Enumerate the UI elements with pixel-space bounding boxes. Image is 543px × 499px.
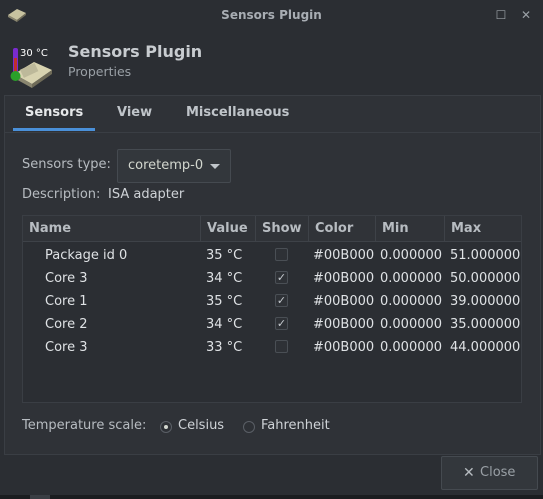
close-icon: ✕ [463, 465, 475, 481]
sensor-max[interactable]: 50.000000 [450, 267, 520, 290]
show-checkbox[interactable] [275, 340, 288, 353]
show-checkbox[interactable]: ✓ [275, 271, 288, 284]
table-row[interactable]: Core 2 34 °C ✓ #00B000 0.000000 35.00000… [23, 313, 521, 336]
close-button[interactable]: ✕ Close [441, 456, 538, 490]
description-value: ISA adapter [108, 187, 185, 202]
dialog-header: 30 °C Sensors Plugin Properties [0, 30, 543, 92]
sensor-color[interactable]: #00B000 [313, 313, 374, 336]
table-row[interactable]: Core 3 34 °C ✓ #00B000 0.000000 50.00000… [23, 267, 521, 290]
tab-sensors[interactable]: Sensors [13, 96, 96, 131]
icon-temp-text: 30 °C [20, 48, 48, 59]
table-row[interactable]: Package id 0 35 °C #00B000 0.000000 51.0… [23, 244, 521, 267]
celsius-label[interactable]: Celsius [178, 418, 224, 433]
tab-miscellaneous[interactable]: Miscellaneous [174, 96, 301, 130]
sensor-value: 34 °C [206, 317, 243, 332]
sensor-min[interactable]: 0.000000 [380, 267, 442, 290]
sensor-color[interactable]: #00B000 [313, 244, 374, 267]
fahrenheit-label[interactable]: Fahrenheit [261, 418, 330, 433]
sensor-color[interactable]: #00B000 [313, 336, 374, 359]
sensor-name: Core 2 [45, 317, 88, 332]
sensor-max[interactable]: 35.000000 [450, 313, 520, 336]
table-row[interactable]: Core 1 35 °C ✓ #00B000 0.000000 39.00000… [23, 290, 521, 313]
tab-bar: Sensors View Miscellaneous [5, 96, 540, 133]
close-window-icon[interactable]: ✕ [519, 8, 533, 22]
sensor-value: 33 °C [206, 340, 243, 355]
sensor-max[interactable]: 44.000000 [450, 336, 520, 359]
title-bar[interactable]: Sensors Plugin ☐ ✕ [0, 0, 543, 30]
tab-view[interactable]: View [105, 96, 164, 130]
column-header-min[interactable]: Min [376, 216, 445, 241]
sensor-color[interactable]: #00B000 [313, 290, 374, 313]
window-title: Sensors Plugin [221, 8, 322, 22]
celsius-radio[interactable] [160, 421, 172, 433]
column-header-max[interactable]: Max [445, 216, 521, 241]
bottom-edge [0, 495, 543, 499]
sensors-table: Name Value Show Color Min Max Package id… [22, 215, 522, 403]
sensor-name: Core 3 [45, 340, 88, 355]
maximize-icon[interactable]: ☐ [494, 8, 508, 22]
sensor-max[interactable]: 51.000000 [450, 244, 520, 267]
sensors-type-value: coretemp-0 [128, 158, 204, 173]
sensor-value: 35 °C [206, 294, 243, 309]
sensor-min[interactable]: 0.000000 [380, 244, 442, 267]
sensor-max[interactable]: 39.000000 [450, 290, 520, 313]
sensor-name: Core 3 [45, 271, 88, 286]
sensor-value: 35 °C [206, 248, 243, 263]
sensor-min[interactable]: 0.000000 [380, 313, 442, 336]
description-label: Description: [22, 187, 101, 202]
sensor-name: Core 1 [45, 294, 88, 309]
column-header-color[interactable]: Color [309, 216, 376, 241]
column-header-show[interactable]: Show [256, 216, 309, 241]
temperature-scale-label: Temperature scale: [22, 418, 147, 433]
column-header-value[interactable]: Value [201, 216, 256, 241]
settings-notebook: Sensors View Miscellaneous Sensors type:… [4, 95, 541, 455]
sensors-plugin-icon: 30 °C [10, 48, 52, 88]
sensors-type-label: Sensors type: [22, 157, 111, 172]
close-button-label: Close [480, 465, 516, 480]
sensor-name: Package id 0 [45, 248, 128, 263]
dialog-subtitle: Properties [68, 64, 132, 79]
sensor-min[interactable]: 0.000000 [380, 290, 442, 313]
show-checkbox[interactable]: ✓ [275, 294, 288, 307]
table-row[interactable]: Core 3 33 °C #00B000 0.000000 44.000000 [23, 336, 521, 359]
column-header-name[interactable]: Name [23, 216, 201, 241]
chevron-down-icon [210, 164, 220, 169]
table-header: Name Value Show Color Min Max [23, 216, 521, 242]
fahrenheit-radio[interactable] [243, 421, 255, 433]
dialog-title: Sensors Plugin [68, 42, 203, 61]
sensor-value: 34 °C [206, 271, 243, 286]
sensor-color[interactable]: #00B000 [313, 267, 374, 290]
show-checkbox[interactable]: ✓ [275, 317, 288, 330]
sensor-min[interactable]: 0.000000 [380, 336, 442, 359]
show-checkbox[interactable] [275, 248, 288, 261]
sensors-type-dropdown[interactable]: coretemp-0 [117, 149, 231, 183]
